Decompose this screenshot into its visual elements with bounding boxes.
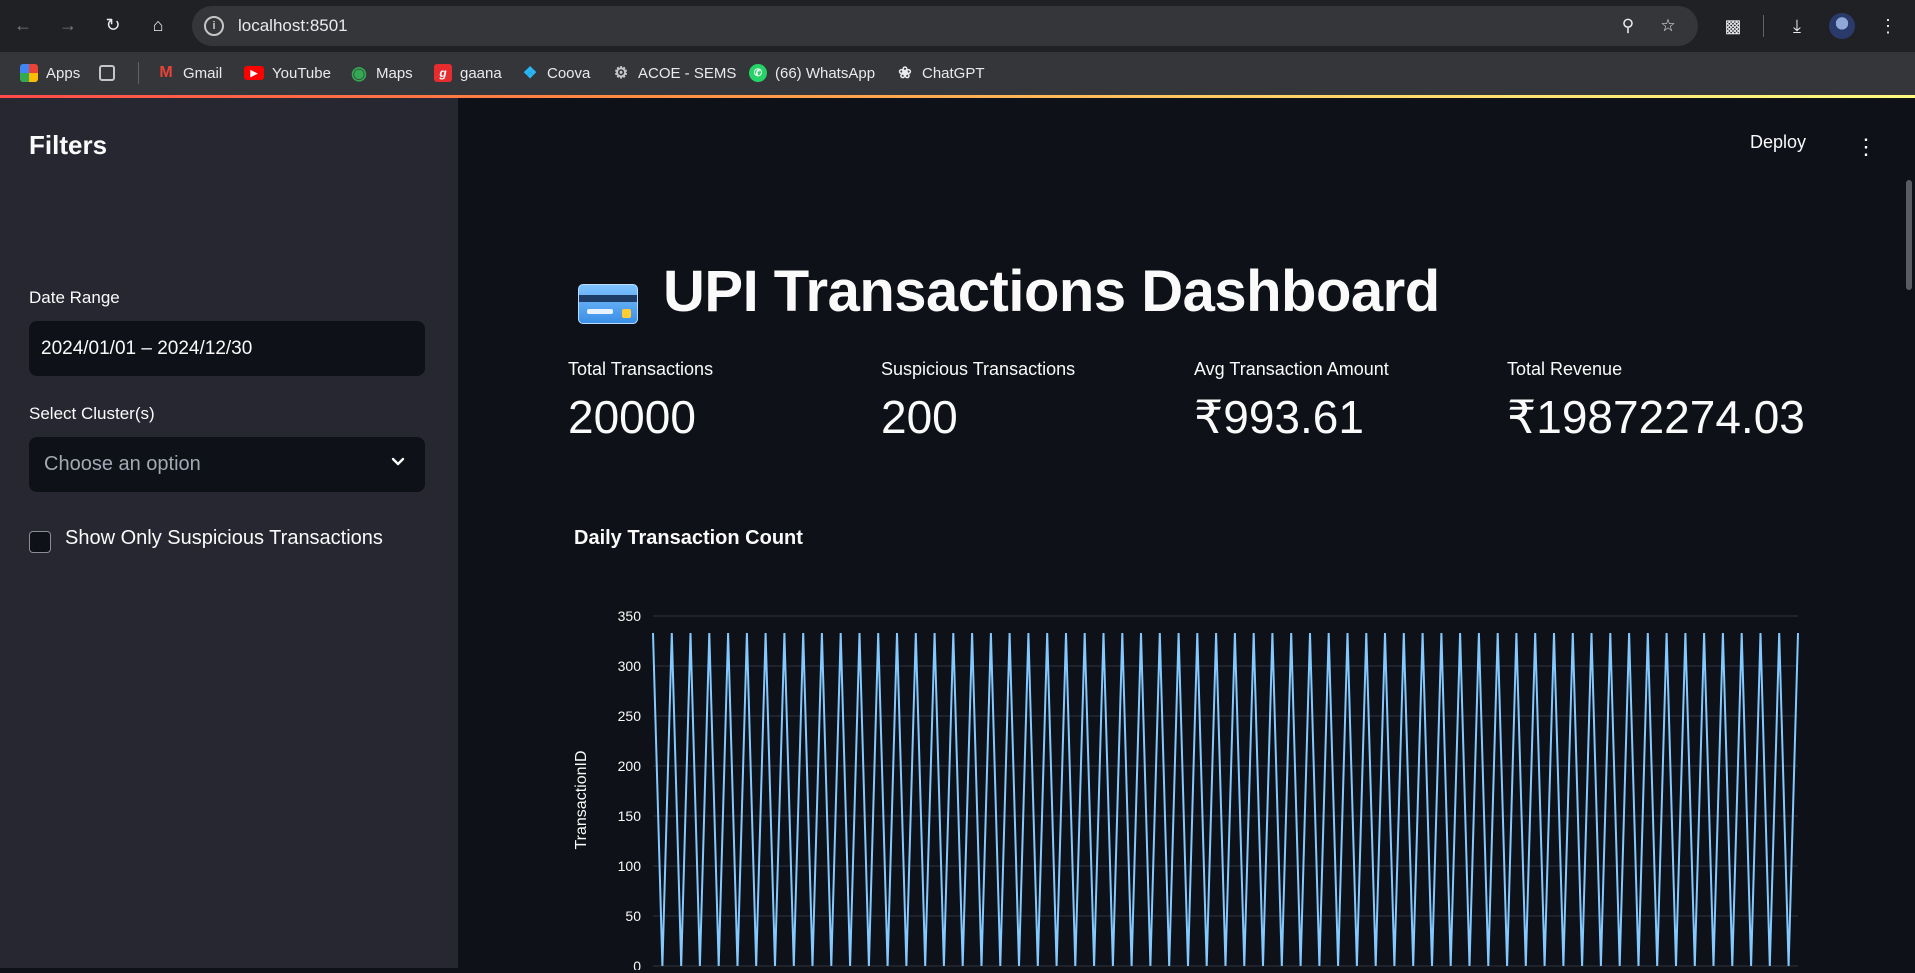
daily-transaction-chart: 0 50 100 150 200 250 300 350 TransactionID	[573, 608, 1799, 970]
bookmark-coova[interactable]: ❖ Coova	[521, 62, 591, 84]
bookmark-maps[interactable]: ◉ Maps	[350, 62, 413, 84]
browser-chrome: ← → ↻ ⌂ i localhost:8501 ⚲ ☆ ▩ ⤓ ⋮ Apps …	[0, 0, 1915, 97]
whatsapp-icon: ✆	[749, 64, 767, 82]
bookmark-gaana[interactable]: g gaana	[434, 62, 502, 84]
maps-icon: ◉	[351, 62, 367, 83]
bookmark-apps[interactable]: Apps	[20, 62, 80, 84]
forward-icon[interactable]: →	[55, 12, 81, 38]
bookmark-label: gaana	[460, 64, 502, 82]
app-menu-icon[interactable]: ⋮	[1855, 136, 1877, 158]
bookmark-label: Apps	[46, 64, 81, 82]
bookmark-label: Gmail	[183, 64, 223, 82]
bookmark-whatsapp[interactable]: ✆ (66) WhatsApp	[749, 62, 875, 84]
metric-label-total-revenue: Total Revenue	[1507, 359, 1623, 379]
bookmark-label: (66) WhatsApp	[775, 64, 876, 82]
chevron-down-icon	[391, 457, 405, 466]
bookmark-label: Maps	[376, 64, 413, 82]
date-range-input[interactable]: 2024/01/01 – 2024/12/30	[29, 321, 425, 376]
bookmark-label: Coova	[547, 64, 591, 82]
cluster-label: Select Cluster(s)	[29, 404, 155, 423]
cluster-select[interactable]: Choose an option	[29, 437, 425, 492]
y-tick-label: 350	[618, 608, 642, 624]
extensions-icon[interactable]: ▩	[1720, 13, 1746, 39]
metric-label-avg-amount: Avg Transaction Amount	[1194, 359, 1389, 379]
y-tick-label: 50	[625, 908, 641, 924]
sidebar-title: Filters	[29, 130, 108, 160]
gmail-icon: M	[159, 64, 173, 81]
youtube-icon: ▶	[244, 66, 264, 80]
reload-icon[interactable]: ↻	[100, 12, 126, 38]
y-axis-label: TransactionID	[573, 751, 590, 850]
toolbar-divider	[1763, 15, 1764, 37]
scrollbar-thumb[interactable]	[1906, 180, 1912, 290]
site-info-icon[interactable]: i	[204, 16, 224, 36]
bookmark-chatgpt[interactable]: ❀ ChatGPT	[896, 62, 985, 84]
bookmarks-bar: Apps M Gmail ▶ YouTube ◉ Maps g gaana ❖ …	[0, 52, 1915, 95]
date-range-label: Date Range	[29, 288, 120, 307]
profile-avatar[interactable]	[1829, 13, 1855, 39]
bookmark-acoe[interactable]: ⚙ ACOE - SEMS	[612, 62, 737, 84]
bookmark-star-icon[interactable]: ☆	[1656, 14, 1680, 38]
suspicious-checkbox-label[interactable]: Show Only Suspicious Transactions	[65, 527, 383, 550]
metric-value-total-revenue: ₹19872274.03	[1507, 391, 1805, 443]
page-title: UPI Transactions Dashboard	[663, 259, 1440, 324]
back-icon[interactable]: ←	[10, 12, 36, 38]
y-tick-label: 0	[633, 958, 641, 970]
y-tick-label: 250	[618, 708, 642, 724]
menu-kebab-icon[interactable]: ⋮	[1875, 13, 1901, 39]
zoom-icon[interactable]: ⚲	[1616, 14, 1640, 38]
cluster-placeholder: Choose an option	[44, 453, 201, 475]
coova-icon: ❖	[522, 65, 538, 82]
metric-value-suspicious: 200	[881, 391, 958, 443]
url-text: localhost:8501	[238, 16, 348, 35]
bookmark-label: YouTube	[272, 64, 331, 82]
metric-label-total-transactions: Total Transactions	[568, 359, 714, 379]
acoe-icon: ⚙	[613, 65, 629, 82]
metric-label-suspicious: Suspicious Transactions	[881, 359, 1076, 379]
metric-value-avg-amount: ₹993.61	[1194, 391, 1364, 443]
gaana-icon: g	[434, 64, 452, 82]
address-bar[interactable]: i localhost:8501 ⚲ ☆	[192, 6, 1698, 46]
y-tick-label: 100	[618, 858, 642, 874]
credit-card-icon	[578, 284, 638, 324]
y-tick-label: 150	[618, 808, 642, 824]
home-icon[interactable]: ⌂	[145, 12, 171, 38]
apps-grid-icon	[20, 64, 38, 82]
bookmark-label: ACOE - SEMS	[638, 64, 737, 82]
y-tick-label: 200	[618, 758, 642, 774]
bookmarks-divider	[138, 62, 139, 84]
metric-value-total-transactions: 20000	[568, 391, 696, 443]
bookmark-tab-groups[interactable]	[99, 62, 115, 84]
bookmark-youtube[interactable]: ▶ YouTube	[244, 62, 331, 84]
suspicious-checkbox[interactable]	[29, 531, 51, 553]
tab-groups-icon	[99, 65, 115, 81]
bookmark-label: ChatGPT	[922, 64, 985, 82]
chatgpt-icon: ❀	[898, 65, 912, 82]
deploy-button[interactable]: Deploy	[1750, 132, 1806, 153]
chart-title: Daily Transaction Count	[574, 527, 803, 549]
download-icon[interactable]: ⤓	[1784, 13, 1810, 39]
bookmark-gmail[interactable]: M Gmail	[157, 62, 222, 84]
y-tick-label: 300	[618, 658, 642, 674]
